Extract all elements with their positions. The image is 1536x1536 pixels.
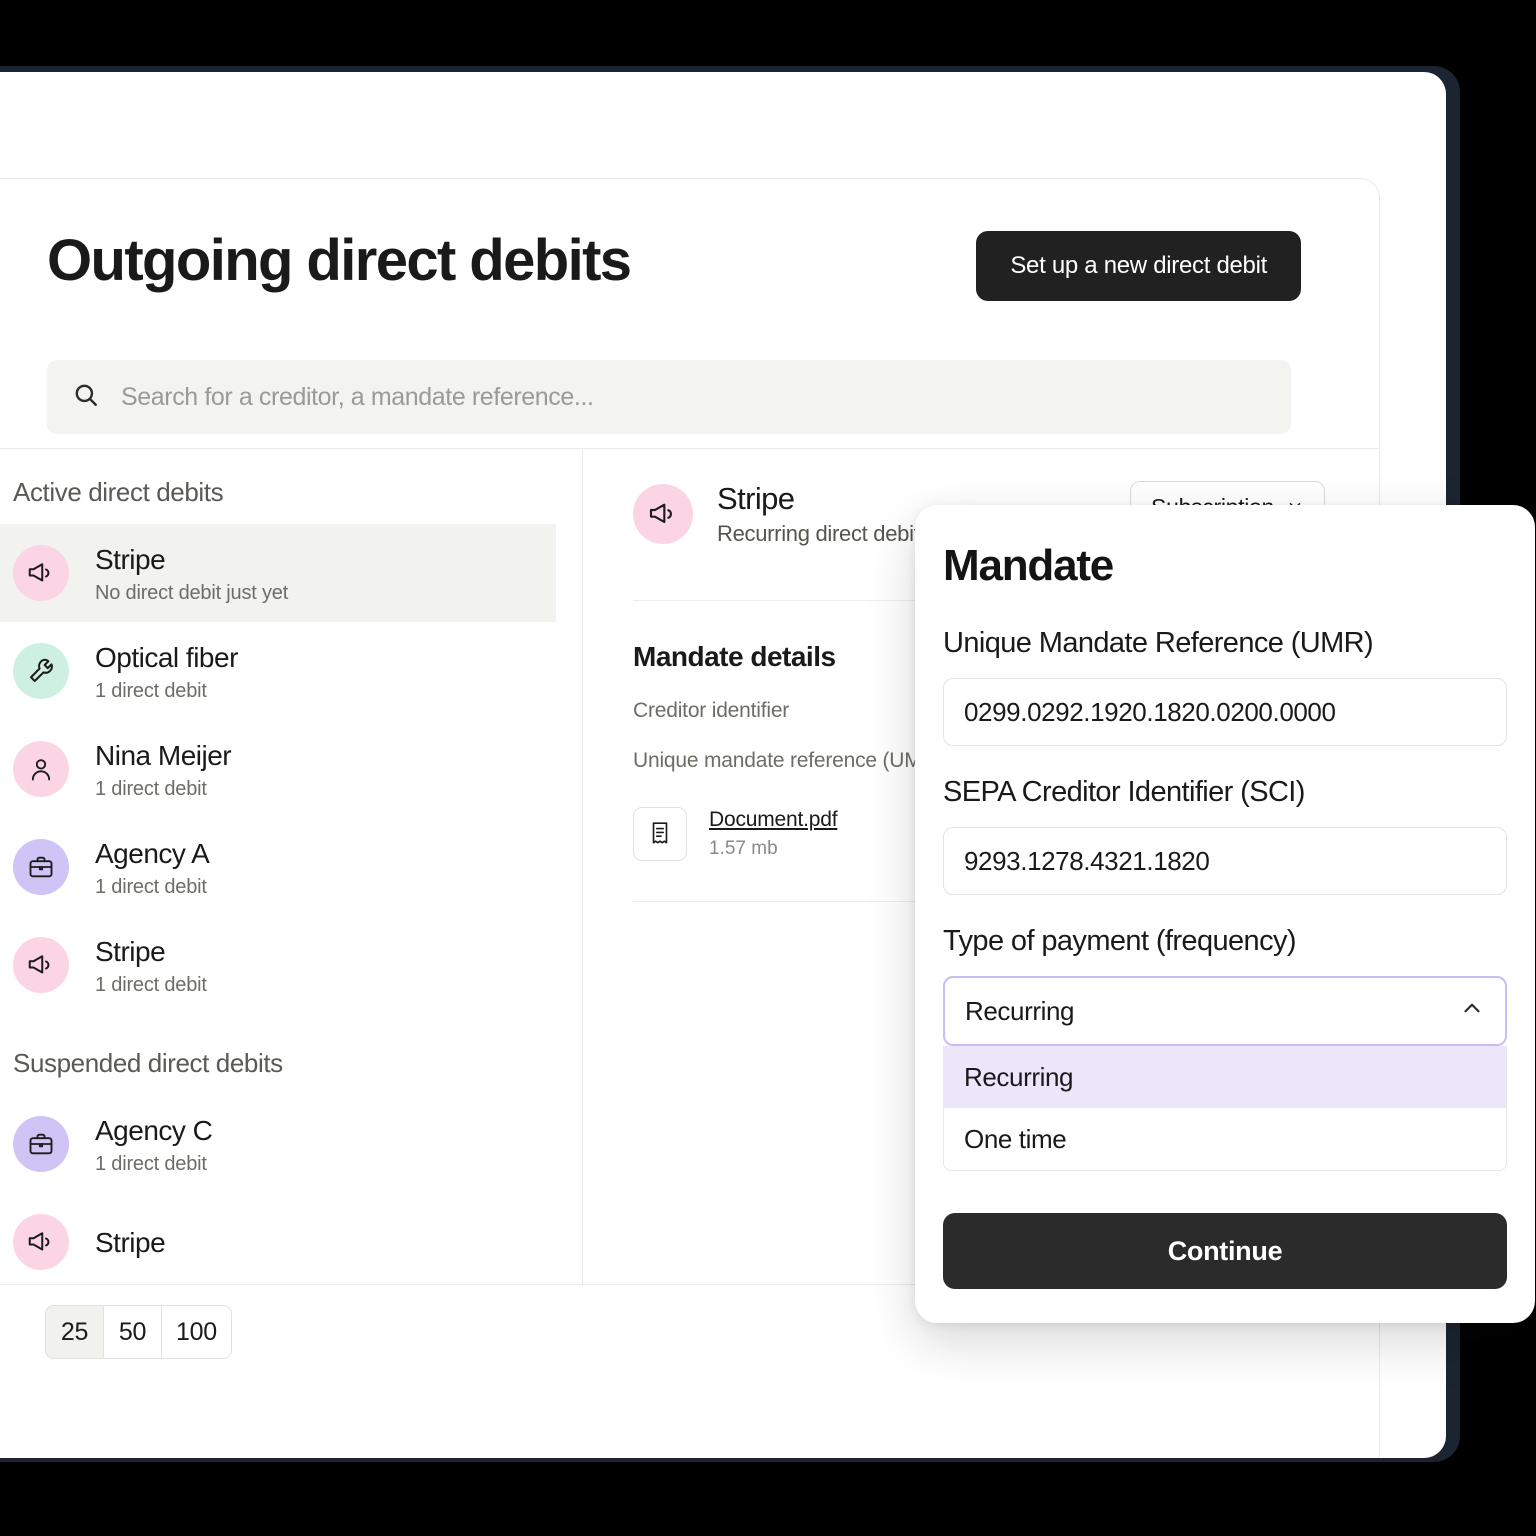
megaphone-icon: [13, 1214, 69, 1270]
modal-title: Mandate: [943, 541, 1114, 590]
list-item-name: Stripe: [95, 935, 166, 967]
attachment-name[interactable]: Document.pdf: [709, 808, 838, 832]
person-icon: [13, 741, 69, 797]
page-size-50[interactable]: 50: [104, 1306, 162, 1358]
search-input[interactable]: [121, 382, 1265, 412]
list-item-sub: No direct debit just yet: [95, 581, 289, 604]
frequency-option-recurring[interactable]: Recurring: [944, 1046, 1506, 1108]
list-item-sub: 1 direct debit: [95, 875, 207, 898]
list-item[interactable]: Optical fiber 1 direct debit: [0, 622, 582, 720]
list-item-name: Agency A: [95, 837, 210, 869]
page-size-100[interactable]: 100: [162, 1306, 231, 1358]
section-title-active: Active direct debits: [13, 477, 224, 507]
list-item-sub: 1 direct debit: [95, 973, 207, 996]
list-item-name: Stripe: [95, 543, 166, 575]
frequency-select-value: Recurring: [965, 995, 1075, 1026]
sci-input[interactable]: [943, 827, 1507, 895]
list-item-name: Agency C: [95, 1114, 213, 1146]
list-item[interactable]: Stripe: [0, 1193, 582, 1284]
list-item[interactable]: Stripe 1 direct debit: [0, 916, 582, 1014]
direct-debit-list: Active direct debits Stripe No direct de…: [0, 449, 583, 1284]
list-item[interactable]: Agency A 1 direct debit: [0, 818, 582, 916]
list-item[interactable]: Stripe No direct debit just yet: [0, 524, 556, 622]
megaphone-icon: [633, 484, 693, 544]
attachment-size: 1.57 mb: [709, 838, 778, 859]
list-item[interactable]: Agency C 1 direct debit: [0, 1095, 582, 1193]
list-item-name: Optical fiber: [95, 641, 238, 673]
page-size-25[interactable]: 25: [46, 1306, 104, 1358]
megaphone-icon: [13, 545, 69, 601]
list-item-sub: 1 direct debit: [95, 777, 207, 800]
search-icon: [73, 382, 99, 413]
frequency-option-one-time[interactable]: One time: [944, 1108, 1506, 1170]
detail-subtitle: Recurring direct debits: [717, 521, 931, 546]
page-header: Outgoing direct debits Set up a new dire…: [0, 179, 1379, 449]
list-item[interactable]: Nina Meijer 1 direct debit: [0, 720, 582, 818]
list-item-sub: 1 direct debit: [95, 679, 207, 702]
briefcase-icon: [13, 839, 69, 895]
mandate-modal: Mandate Unique Mandate Reference (UMR) S…: [915, 505, 1535, 1323]
umr-field-group: Unique Mandate Reference (UMR): [943, 627, 1507, 746]
detail-title: Stripe: [717, 481, 795, 516]
frequency-field-label: Type of payment (frequency): [943, 925, 1297, 957]
umr-field-label: Unique Mandate Reference (UMR): [943, 627, 1374, 659]
list-item-name: Nina Meijer: [95, 739, 232, 771]
sci-field-label: SEPA Creditor Identifier (SCI): [943, 776, 1305, 808]
chevron-up-icon: [1459, 995, 1485, 1028]
document-icon: [633, 807, 687, 861]
umr-input[interactable]: [943, 678, 1507, 746]
continue-button[interactable]: Continue: [943, 1213, 1507, 1289]
section-title-suspended: Suspended direct debits: [13, 1048, 283, 1078]
search-bar[interactable]: [47, 360, 1291, 434]
frequency-option-list: Recurring One time: [943, 1046, 1507, 1171]
list-item-name: Stripe: [95, 1226, 166, 1258]
sci-field-group: SEPA Creditor Identifier (SCI): [943, 776, 1507, 895]
megaphone-icon: [13, 937, 69, 993]
set-up-new-direct-debit-button[interactable]: Set up a new direct debit: [976, 231, 1301, 301]
frequency-field-group: Type of payment (frequency) Recurring Re…: [943, 925, 1507, 1171]
frequency-select[interactable]: Recurring: [943, 976, 1507, 1046]
page-size-selector[interactable]: 25 50 100: [45, 1305, 232, 1359]
briefcase-icon: [13, 1116, 69, 1172]
list-item-sub: 1 direct debit: [95, 1152, 207, 1175]
wrench-icon: [13, 643, 69, 699]
page-title: Outgoing direct debits: [47, 228, 632, 293]
